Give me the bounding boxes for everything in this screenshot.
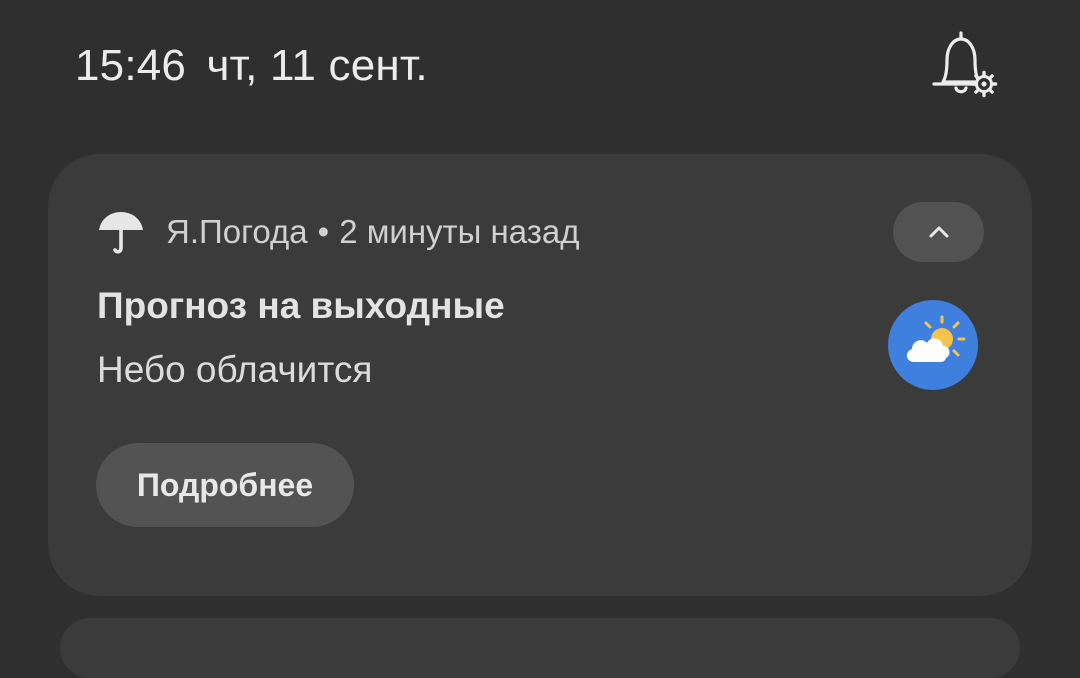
header-separator: • — [317, 213, 330, 250]
app-icon — [97, 208, 145, 256]
collapse-button[interactable] — [893, 202, 984, 262]
status-datetime: 15:46 чт, 11 сент. — [75, 40, 428, 92]
details-button-label: Подробнее — [136, 466, 314, 503]
notification-time: 2 минуты назад — [339, 213, 580, 250]
status-time: 15:46 — [75, 41, 187, 90]
partly-cloudy-weather-icon — [906, 315, 966, 362]
next-notification-card[interactable] — [60, 618, 1020, 678]
chevron-up-icon — [929, 226, 948, 238]
umbrella-icon — [99, 212, 143, 254]
bell-gear-icon — [932, 31, 998, 98]
notification-title: Прогноз на выходные — [97, 285, 505, 326]
status-date: чт, 11 сент. — [206, 41, 428, 90]
weather-icon-badge — [888, 300, 978, 390]
app-name: Я.Погода — [166, 213, 308, 250]
notification-header: Я.Погода • 2 минуты назад — [166, 212, 580, 252]
notification-settings-button[interactable] — [926, 30, 1002, 100]
notification-text: Небо облачится — [97, 349, 373, 390]
details-button[interactable]: Подробнее — [96, 443, 354, 527]
